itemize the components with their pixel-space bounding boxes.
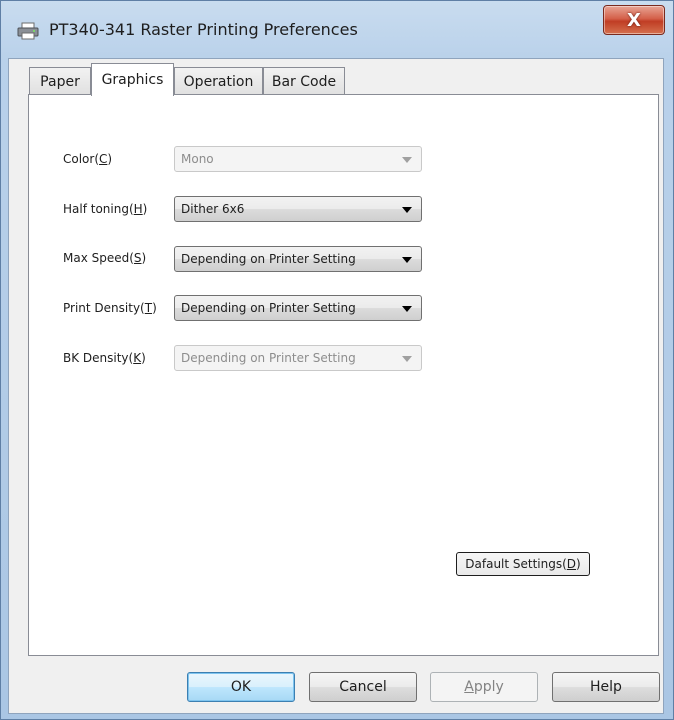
chevron-down-icon [402, 207, 412, 213]
close-button[interactable]: X [603, 5, 665, 35]
tab-operation[interactable]: Operation [174, 67, 263, 95]
title-bar[interactable]: PT340-341 Raster Printing Preferences X [1, 1, 673, 59]
printer-icon [17, 22, 39, 40]
color-label: Color(C) [63, 152, 113, 166]
print-density-label: Print Density(T) [63, 301, 157, 315]
color-value: Mono [181, 152, 214, 166]
tab-graphics[interactable]: Graphics [91, 63, 174, 96]
chevron-down-icon [402, 157, 412, 163]
window-title: PT340-341 Raster Printing Preferences [49, 20, 358, 39]
chevron-down-icon [402, 306, 412, 312]
max-speed-value: Depending on Printer Setting [181, 252, 356, 266]
chevron-down-icon [402, 356, 412, 362]
half-toning-value: Dither 6x6 [181, 202, 245, 216]
close-icon: X [627, 9, 641, 31]
ok-button[interactable]: OK [187, 672, 295, 702]
chevron-down-icon [402, 257, 412, 263]
max-speed-dropdown[interactable]: Depending on Printer Setting [174, 246, 422, 272]
bk-density-label: BK Density(K) [63, 351, 146, 365]
color-dropdown[interactable]: Mono [174, 146, 422, 172]
tab-paper[interactable]: Paper [29, 67, 91, 95]
default-settings-button[interactable]: Dafault Settings(D) [456, 552, 590, 576]
tab-bar-code[interactable]: Bar Code [263, 67, 345, 95]
half-toning-dropdown[interactable]: Dither 6x6 [174, 196, 422, 222]
cancel-button[interactable]: Cancel [309, 672, 417, 702]
bk-density-value: Depending on Printer Setting [181, 351, 356, 365]
print-density-value: Depending on Printer Setting [181, 301, 356, 315]
bk-density-dropdown[interactable]: Depending on Printer Setting [174, 345, 422, 371]
half-toning-label: Half toning(H) [63, 202, 148, 216]
max-speed-label: Max Speed(S) [63, 251, 147, 265]
print-density-dropdown[interactable]: Depending on Printer Setting [174, 295, 422, 321]
help-button[interactable]: Help [552, 672, 660, 702]
apply-button[interactable]: Apply [430, 672, 538, 702]
